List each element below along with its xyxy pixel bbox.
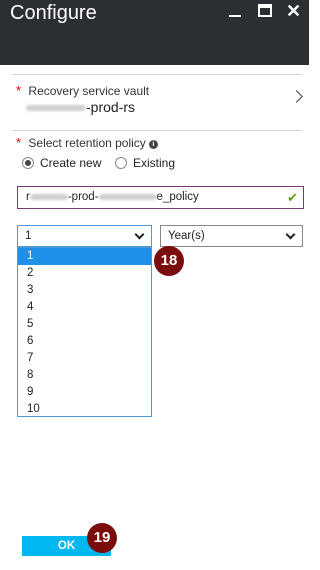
dropdown-option[interactable]: 1 — [18, 248, 151, 265]
dropdown-option[interactable]: 2 — [18, 265, 151, 282]
valid-check-icon: ✔ — [287, 190, 298, 205]
chevron-down-icon — [134, 229, 145, 240]
blade-title: Configure — [10, 2, 97, 24]
divider — [12, 130, 302, 131]
recovery-vault-label: * Recovery service vault — [16, 83, 149, 98]
dropdown-option[interactable]: 5 — [18, 316, 151, 333]
step-callout-19: 19 — [87, 523, 117, 553]
retention-count-value: 1 — [25, 230, 32, 242]
retention-policy-label-text: Select retention policy — [28, 136, 146, 150]
radio-selected-icon[interactable] — [22, 157, 34, 169]
minimize-icon[interactable] — [229, 2, 241, 17]
maximize-icon[interactable] — [258, 4, 272, 17]
radio-create-new[interactable]: Create new — [22, 156, 101, 170]
required-asterisk: * — [16, 83, 22, 98]
recovery-vault-value-text: -prod-rs — [86, 99, 136, 115]
retention-unit-select[interactable]: Year(s) — [160, 225, 303, 247]
blade-header: Configure ✕ — [0, 0, 309, 65]
dropdown-option[interactable]: 8 — [18, 367, 151, 384]
dropdown-option[interactable]: 10 — [18, 401, 151, 418]
radio-create-new-label: Create new — [40, 156, 102, 170]
recovery-vault-value: -prod-rs — [26, 99, 135, 115]
step-callout-18: 18 — [154, 246, 184, 276]
policy-name-part: -prod- — [67, 191, 99, 203]
dropdown-option[interactable]: 3 — [18, 282, 151, 299]
policy-name-input[interactable]: r -prod-e_policy ✔ — [17, 186, 304, 209]
dropdown-option[interactable]: 7 — [18, 350, 151, 367]
retention-count-select[interactable]: 1 — [17, 225, 152, 247]
dropdown-option[interactable]: 4 — [18, 299, 151, 316]
retention-policy-label: * Select retention policy i — [16, 135, 158, 150]
radio-existing-label: Existing — [133, 156, 176, 170]
dropdown-option[interactable]: 6 — [18, 333, 151, 350]
redacted-text — [29, 193, 68, 200]
recovery-vault-label-text: Recovery service vault — [28, 84, 150, 98]
info-icon[interactable]: i — [148, 140, 158, 149]
dropdown-option[interactable]: 9 — [18, 384, 151, 401]
policy-name-part: e_policy — [156, 191, 199, 203]
retention-unit-value: Year(s) — [168, 230, 205, 242]
close-icon[interactable]: ✕ — [286, 1, 301, 21]
chevron-down-icon — [285, 229, 296, 240]
redacted-text — [26, 105, 86, 112]
divider — [12, 74, 302, 75]
radio-unselected-icon[interactable] — [115, 157, 127, 169]
required-asterisk: * — [16, 135, 22, 150]
redacted-text — [98, 193, 157, 200]
radio-existing[interactable]: Existing — [115, 156, 175, 170]
retention-count-dropdown: 1 2 3 4 5 6 7 8 9 10 — [17, 247, 152, 417]
